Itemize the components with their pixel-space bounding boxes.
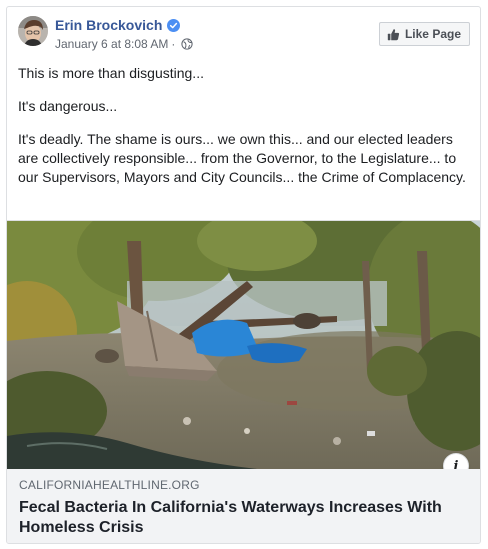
verified-badge-icon bbox=[167, 18, 181, 32]
link-title[interactable]: Fecal Bacteria In California's Waterways… bbox=[19, 498, 468, 538]
encampment-photo bbox=[7, 221, 480, 469]
post-paragraph: This is more than disgusting... bbox=[18, 65, 204, 81]
post-header: Erin Brockovich January 6 at 8:08 AM · L… bbox=[18, 16, 470, 56]
author-avatar[interactable] bbox=[18, 16, 48, 46]
like-page-label: Like Page bbox=[404, 27, 461, 41]
link-preview-photo[interactable] bbox=[7, 221, 480, 469]
post-paragraph: It's deadly. The shame is ours... we own… bbox=[18, 131, 466, 185]
link-domain: CALIFORNIAHEALTHLINE.ORG bbox=[19, 478, 200, 492]
link-caption[interactable]: CALIFORNIAHEALTHLINE.ORG Fecal Bacteria … bbox=[7, 469, 480, 543]
post-card: Erin Brockovich January 6 at 8:08 AM · L… bbox=[6, 6, 481, 544]
post-timestamp[interactable]: January 6 at 8:08 AM bbox=[55, 37, 168, 51]
author-row: Erin Brockovich bbox=[55, 17, 181, 33]
like-page-button[interactable]: Like Page bbox=[378, 22, 470, 46]
post-paragraph: It's dangerous... bbox=[18, 98, 118, 114]
meta-separator: · bbox=[171, 37, 176, 51]
post-meta: January 6 at 8:08 AM · bbox=[55, 37, 194, 51]
post-body: This is more than disgusting... It's dan… bbox=[18, 64, 473, 201]
link-preview[interactable]: i CALIFORNIAHEALTHLINE.ORG Fecal Bacteri… bbox=[7, 220, 480, 543]
avatar-image bbox=[18, 16, 48, 46]
author-name[interactable]: Erin Brockovich bbox=[55, 17, 162, 33]
thumbs-up-icon bbox=[387, 28, 400, 40]
globe-icon[interactable] bbox=[181, 38, 194, 50]
